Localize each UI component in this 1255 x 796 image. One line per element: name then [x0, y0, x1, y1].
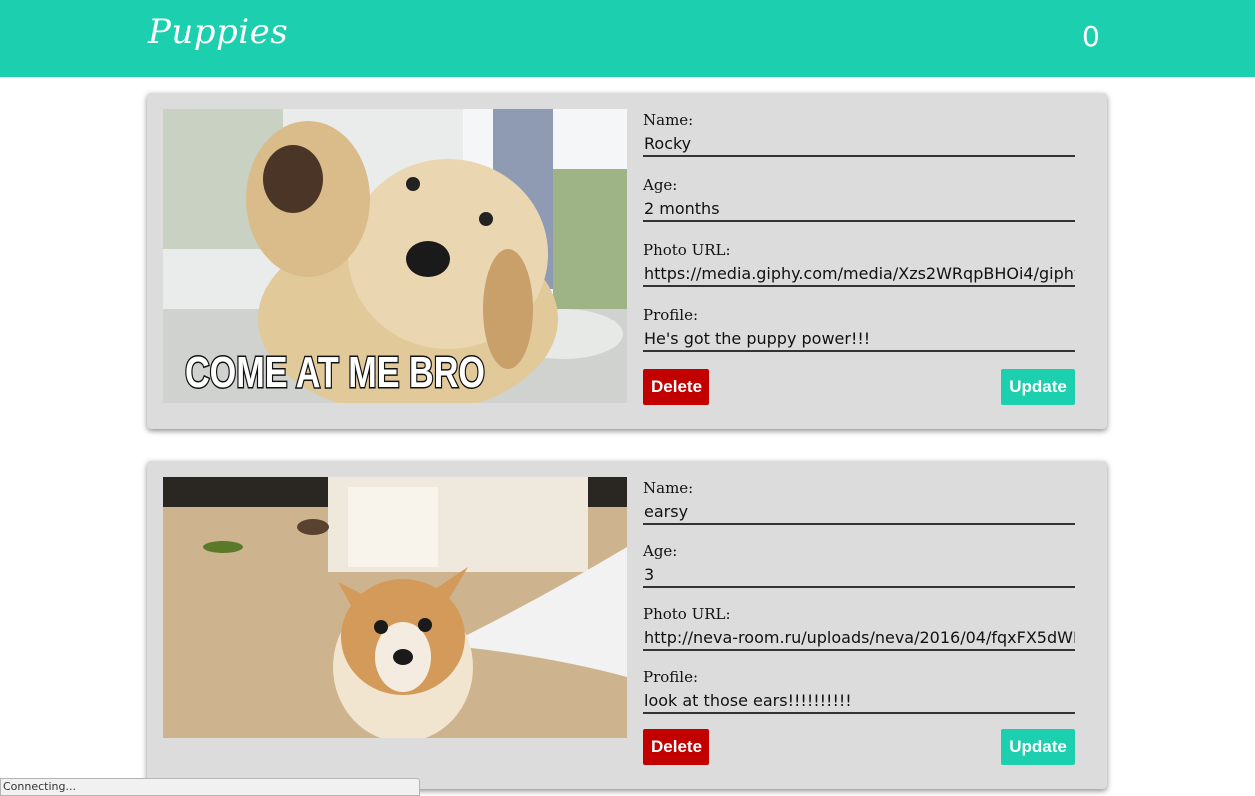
name-input[interactable] — [643, 501, 1075, 525]
app-header: Puppies 0 — [0, 0, 1255, 77]
photo-url-label: Photo URL: — [643, 241, 731, 259]
browser-status-bar: Connecting... — [0, 778, 420, 796]
puppy-card: COME AT ME BRO Name: Age: Photo URL: Pro… — [147, 93, 1107, 429]
age-label: Age: — [643, 176, 678, 194]
gif-caption: COME AT ME BRO — [185, 348, 485, 397]
profile-input[interactable] — [643, 328, 1075, 352]
name-label: Name: — [643, 479, 694, 497]
puppy-card: Name: Age: Photo URL: Profile: Delete Up… — [147, 461, 1107, 789]
profile-label: Profile: — [643, 668, 699, 686]
age-field-group: Age: — [643, 542, 1075, 605]
update-button[interactable]: Update — [1001, 369, 1075, 405]
photo-url-field-group: Photo URL: — [643, 241, 1075, 306]
age-field-group: Age: — [643, 176, 1075, 241]
name-field-group: Name: — [643, 111, 1075, 176]
puppy-count: 0 — [1082, 20, 1100, 53]
update-button[interactable]: Update — [1001, 729, 1075, 765]
age-input[interactable] — [643, 564, 1075, 588]
photo-url-label: Photo URL: — [643, 605, 731, 623]
photo-url-field-group: Photo URL: — [643, 605, 1075, 668]
profile-field-group: Profile: — [643, 668, 1075, 731]
name-field-group: Name: — [643, 479, 1075, 542]
profile-input[interactable] — [643, 690, 1075, 714]
photo-url-input[interactable] — [643, 627, 1075, 651]
puppy-photo: COME AT ME BRO — [163, 109, 627, 403]
delete-button[interactable]: Delete — [643, 369, 709, 405]
puppy-photo — [163, 477, 627, 738]
puppy-form: Name: Age: Photo URL: Profile: — [643, 111, 1075, 371]
puppy-form: Name: Age: Photo URL: Profile: — [643, 479, 1075, 731]
age-label: Age: — [643, 542, 678, 560]
photo-url-input[interactable] — [643, 263, 1075, 287]
delete-button[interactable]: Delete — [643, 729, 709, 765]
name-label: Name: — [643, 111, 694, 129]
profile-label: Profile: — [643, 306, 699, 324]
app-title[interactable]: Puppies — [148, 12, 288, 52]
age-input[interactable] — [643, 198, 1075, 222]
name-input[interactable] — [643, 133, 1075, 157]
profile-field-group: Profile: — [643, 306, 1075, 371]
